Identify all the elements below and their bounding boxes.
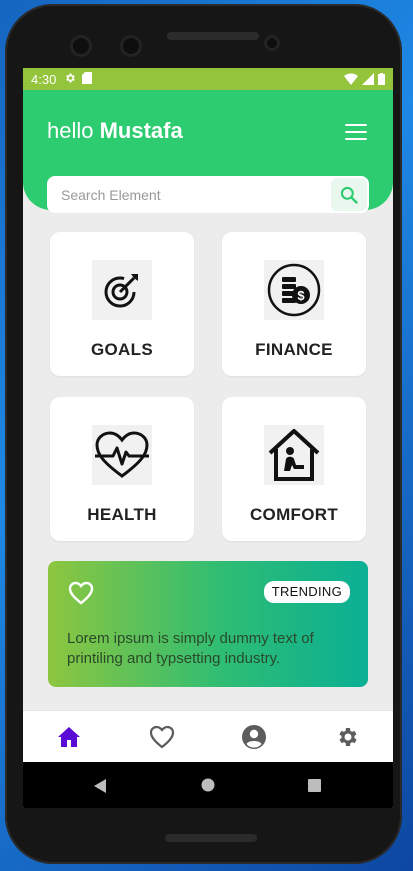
sdcard-status-icon (82, 71, 93, 87)
trending-badge: TRENDING (263, 581, 350, 603)
home-icon (58, 727, 81, 747)
menu-icon (345, 124, 367, 126)
gear-icon (339, 728, 357, 746)
bottom-navigation (23, 710, 393, 763)
nav-favorites[interactable] (142, 717, 182, 757)
category-label: FINANCE (255, 340, 333, 359)
signal-icon (362, 73, 374, 85)
account-icon (242, 725, 267, 749)
svg-text:$: $ (297, 288, 305, 303)
recents-icon[interactable] (308, 779, 321, 792)
settings-status-icon (64, 72, 76, 87)
menu-button[interactable] (345, 124, 367, 140)
heartbeat-icon (92, 425, 152, 485)
category-card-comfort[interactable]: COMFORT (222, 397, 366, 541)
heart-icon[interactable] (68, 581, 94, 605)
greeting-user-name: Mustafa (99, 118, 183, 143)
earpiece-speaker (167, 32, 259, 40)
search-bar (47, 176, 369, 213)
search-icon (340, 186, 358, 204)
category-card-finance[interactable]: $ FINANCE (222, 232, 366, 376)
nav-home[interactable] (49, 717, 89, 757)
category-label: GOALS (91, 340, 153, 359)
nav-settings[interactable] (327, 717, 367, 757)
status-time: 4:30 (31, 71, 57, 87)
category-card-goals[interactable]: GOALS (50, 232, 194, 376)
greeting-hello: hello (47, 118, 94, 143)
status-right-icons (344, 73, 385, 85)
front-camera (73, 38, 89, 54)
bottom-speaker (165, 834, 257, 842)
house-person-icon (264, 425, 324, 485)
greeting: hello Mustafa (47, 118, 183, 144)
heart-icon (149, 725, 174, 749)
status-bar: 4:30 (23, 68, 393, 90)
app-screen: 4:30 hello Mustafa Search Element GOALS … (23, 68, 393, 808)
wifi-icon (344, 73, 358, 85)
target-icon (92, 260, 152, 320)
nav-profile[interactable] (234, 717, 274, 757)
category-card-health[interactable]: HEALTH (50, 397, 194, 541)
proximity-sensor (267, 38, 277, 48)
home-circle-icon[interactable] (201, 778, 215, 792)
category-label: COMFORT (249, 505, 339, 524)
search-button[interactable] (331, 178, 367, 211)
category-label: HEALTH (87, 505, 157, 524)
trending-description: Lorem ipsum is simply dummy text of prin… (67, 630, 314, 667)
app-header: hello Mustafa (23, 90, 393, 213)
battery-icon (378, 73, 385, 85)
front-sensor (123, 38, 139, 54)
back-icon[interactable] (93, 778, 107, 794)
search-input[interactable] (47, 176, 331, 213)
system-navigation-bar (23, 762, 393, 808)
trending-card[interactable]: TRENDING Lorem ipsum is simply dummy tex… (48, 561, 368, 687)
coins-dollar-icon: $ (264, 260, 324, 320)
